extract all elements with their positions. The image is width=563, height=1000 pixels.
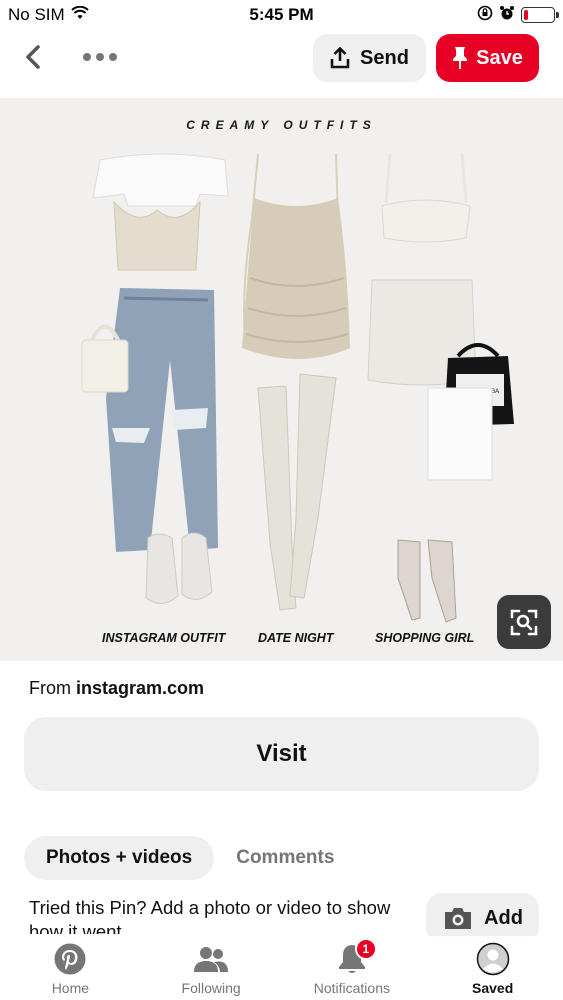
source-prefix: From xyxy=(29,678,71,698)
tried-pin-prompt: Tried this Pin? Add a photo or video to … xyxy=(29,897,391,934)
chunky-sneakers xyxy=(145,532,213,604)
battery-level xyxy=(524,10,529,20)
chevron-left-icon xyxy=(26,45,40,69)
send-label: Send xyxy=(360,46,409,69)
user-avatar-icon xyxy=(476,942,509,976)
outfit-label-instagram: INSTAGRAM OUTFIT xyxy=(102,631,226,645)
thigh-high-boots xyxy=(257,373,337,611)
back-button[interactable] xyxy=(18,42,48,72)
cream-slip-dress xyxy=(242,153,350,359)
wifi-icon xyxy=(70,5,89,25)
alarm-icon xyxy=(499,5,515,26)
notification-badge: 1 xyxy=(354,938,377,960)
send-button[interactable]: Send xyxy=(313,34,426,82)
visual-search-button[interactable] xyxy=(497,595,551,649)
pinterest-logo-icon xyxy=(54,943,86,975)
outfit-label-date-night: DATE NIGHT xyxy=(258,631,334,645)
pin-action-bar: Send Save xyxy=(0,30,563,96)
source-domain-link[interactable]: instagram.com xyxy=(76,678,204,698)
nav-following[interactable]: Following xyxy=(141,936,282,1000)
add-label: Add xyxy=(484,906,523,929)
pin-source: From instagram.com xyxy=(29,678,204,699)
pin-image[interactable]: CREAMY OUTFITS INSTAGRAM OUTFIT DATE NIG… xyxy=(0,98,563,661)
shopping-bag xyxy=(427,387,493,481)
nav-home-label: Home xyxy=(51,980,90,996)
visit-label: Visit xyxy=(256,740,307,767)
white-bandeau-top xyxy=(381,152,471,243)
save-button[interactable]: Save xyxy=(436,34,539,82)
ripped-jeans xyxy=(106,288,218,552)
nav-following-label: Following xyxy=(181,980,241,996)
carrier-label: No SIM xyxy=(8,5,65,24)
status-bar: No SIM 5:45 PM xyxy=(0,0,563,30)
nav-saved-label: Saved xyxy=(472,980,514,996)
orientation-lock-icon xyxy=(477,5,493,26)
camera-icon xyxy=(445,908,472,929)
nav-notifications[interactable]: 1 Notifications xyxy=(282,936,423,1000)
save-label: Save xyxy=(476,46,523,69)
battery-icon xyxy=(521,7,559,23)
pin-tabs: Photos + videos Comments xyxy=(24,836,356,880)
strappy-heels xyxy=(397,539,457,623)
outfit-illustration: BALENCIAGA xyxy=(81,152,514,623)
share-upload-icon xyxy=(330,47,350,69)
tab-comments[interactable]: Comments xyxy=(214,836,356,880)
lens-search-icon xyxy=(510,609,538,636)
visit-button[interactable]: Visit xyxy=(24,717,539,791)
more-options-button[interactable] xyxy=(80,42,120,72)
bottom-navigation: Home Following 1 Notifications Saved xyxy=(0,936,563,1000)
nav-saved[interactable]: Saved xyxy=(422,936,563,1000)
white-crop-top xyxy=(92,153,229,271)
nav-notifications-label: Notifications xyxy=(313,980,390,996)
pin-icon xyxy=(453,47,468,69)
people-icon xyxy=(194,947,229,972)
outfit-label-shopping: SHOPPING GIRL xyxy=(375,631,475,645)
ellipsis-icon xyxy=(83,53,117,61)
nav-home[interactable]: Home xyxy=(0,936,141,1000)
tab-photos-videos[interactable]: Photos + videos xyxy=(24,836,215,880)
